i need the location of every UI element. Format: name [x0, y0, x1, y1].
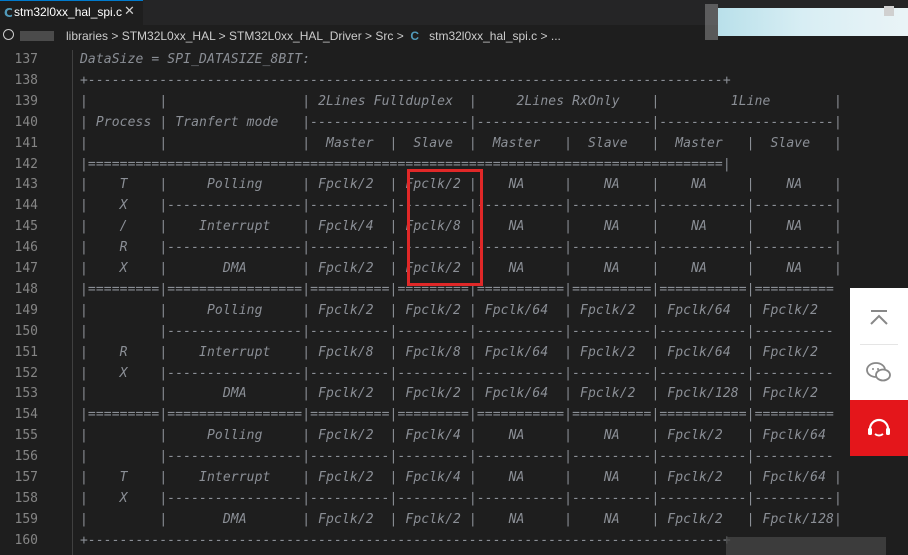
customer-service-icon	[860, 409, 898, 447]
breadcrumb-item-symbol[interactable]: ...	[551, 29, 561, 43]
code-text[interactable]: |=======================================…	[80, 157, 731, 172]
code-text[interactable]: | |-----------------|----------|--------…	[80, 324, 834, 339]
blurred-region	[718, 8, 908, 36]
line-number: 153	[14, 386, 38, 402]
code-text[interactable]: | |-----------------|----------|--------…	[80, 449, 834, 464]
line-number: 140	[14, 114, 38, 130]
line-number: 149	[14, 302, 38, 318]
code-line[interactable]: 156 | |-----------------|----------|-----…	[0, 447, 908, 468]
customer-service-button[interactable]	[850, 400, 908, 456]
code-text[interactable]: | | Polling | Fpclk/2 | Fpclk/2 | Fpclk/…	[80, 303, 818, 318]
line-number: 143	[14, 177, 38, 193]
line-number: 157	[14, 470, 38, 485]
line-number: 142	[14, 156, 38, 172]
code-text[interactable]: |=========|=================|==========|…	[80, 407, 834, 422]
line-number: 146	[14, 240, 38, 256]
code-line[interactable]: 155 | | Polling | Fpclk/2 | Fpclk/4 | NA …	[0, 426, 908, 447]
line-number: 158	[14, 490, 38, 506]
line-number: 145	[14, 219, 38, 235]
line-number: 155	[14, 428, 38, 444]
divider	[860, 344, 898, 345]
breadcrumb-item-hal[interactable]: STM32L0xx_HAL	[122, 29, 216, 43]
line-number: 138	[14, 72, 38, 88]
line-number: 144	[14, 198, 38, 214]
tab-bar: C stm32l0xx_hal_spi.c ✕	[0, 0, 908, 40]
line-number: 137	[14, 52, 38, 67]
code-text[interactable]: | | DMA | Fpclk/2 | Fpclk/2 | NA | NA | …	[80, 512, 842, 527]
code-text[interactable]: +---------------------------------------…	[80, 533, 731, 548]
code-line[interactable]: 139 | | | 2Lines Fullduplex | 2Lines RxOn…	[0, 92, 908, 113]
slave-column-highlight-box	[407, 169, 483, 286]
line-number: 139	[14, 93, 38, 109]
breadcrumb: libraries > STM32L0xx_HAL > STM32L0xx_HA…	[0, 25, 700, 47]
code-line[interactable]: 138 +------------------------------------…	[0, 71, 908, 92]
code-line[interactable]: 153 | | DMA | Fpclk/2 | Fpclk/2 | Fpclk/6…	[0, 384, 908, 405]
breadcrumb-item-libraries[interactable]: libraries	[66, 29, 108, 43]
line-number: 159	[14, 511, 38, 527]
line-number: 154	[14, 407, 38, 423]
line-number: 151	[14, 344, 38, 360]
blurred-region	[726, 537, 886, 555]
code-line[interactable]: 154 |=========|=================|========…	[0, 405, 908, 426]
code-text[interactable]: | X |-----------------|----------|------…	[80, 491, 842, 506]
code-text[interactable]: | | | 2Lines Fullduplex | 2Lines RxOnly …	[80, 94, 842, 109]
code-text[interactable]: | R | Interrupt | Fpclk/8 | Fpclk/8 | Fp…	[80, 345, 818, 360]
close-icon[interactable]: ✕	[124, 4, 135, 19]
tab-title: stm32l0xx_hal_spi.c	[14, 5, 123, 19]
code-text[interactable]: | | DMA | Fpclk/2 | Fpclk/2 | Fpclk/64 |…	[80, 386, 818, 401]
breadcrumb-item-driver[interactable]: STM32L0xx_HAL_Driver	[229, 29, 362, 43]
breadcrumb-item-file[interactable]: stm32l0xx_hal_spi.c	[429, 29, 537, 43]
code-line[interactable]: 141 | | | Master | Slave | Master | Slave…	[0, 134, 908, 155]
code-line[interactable]: 137 DataSize = SPI_DATASIZE_8BIT:	[0, 50, 908, 71]
code-text[interactable]: | | Polling | Fpclk/2 | Fpclk/4 | NA | N…	[80, 428, 826, 443]
code-line[interactable]: 152 | X |-----------------|----------|---…	[0, 364, 908, 385]
breadcrumb-item-src[interactable]: Src	[375, 29, 393, 43]
line-number: 160	[14, 532, 38, 548]
code-line[interactable]: 149 | | Polling | Fpclk/2 | Fpclk/2 | Fpc…	[0, 301, 908, 322]
line-number: 150	[14, 323, 38, 339]
c-file-icon: C	[4, 6, 13, 20]
code-line[interactable]: 158 | X |-----------------|----------|---…	[0, 489, 908, 510]
blurred-region	[884, 6, 894, 16]
line-number: 152	[14, 365, 38, 381]
code-text[interactable]: +---------------------------------------…	[80, 73, 731, 88]
breadcrumb-path: libraries > STM32L0xx_HAL > STM32L0xx_HA…	[66, 29, 561, 43]
c-file-icon: C	[410, 29, 420, 43]
wechat-icon[interactable]	[860, 353, 898, 391]
code-line[interactable]: 151 | R | Interrupt | Fpclk/8 | Fpclk/8 |…	[0, 343, 908, 364]
code-text[interactable]: | | | Master | Slave | Master | Slave | …	[80, 136, 842, 151]
code-text[interactable]: | X |-----------------|----------|------…	[80, 366, 834, 381]
line-number: 156	[14, 449, 38, 465]
blurred-region	[705, 4, 718, 40]
code-text[interactable]: | Process | Tranfert mode |-------------…	[80, 115, 842, 130]
code-line[interactable]: 150 | |-----------------|----------|-----…	[0, 322, 908, 343]
folder-root-icon	[3, 29, 14, 40]
line-number: 147	[14, 261, 38, 276]
code-line[interactable]: 159 | | DMA | Fpclk/2 | Fpclk/2 | NA | NA…	[0, 510, 908, 531]
floating-side-widget	[850, 288, 908, 458]
code-line[interactable]: 157 | T | Interrupt | Fpclk/2 | Fpclk/4 |…	[0, 468, 908, 489]
code-text[interactable]: DataSize = SPI_DATASIZE_8BIT:	[80, 52, 310, 67]
editor-tab[interactable]: C stm32l0xx_hal_spi.c ✕	[0, 0, 143, 25]
line-number: 141	[14, 135, 38, 151]
back-to-top-icon[interactable]	[860, 298, 898, 336]
code-line[interactable]: 140 | Process | Tranfert mode |----------…	[0, 113, 908, 134]
line-number: 148	[14, 281, 38, 297]
code-text[interactable]: | T | Interrupt | Fpclk/2 | Fpclk/4 | NA…	[80, 470, 842, 485]
blurred-region	[20, 31, 54, 41]
